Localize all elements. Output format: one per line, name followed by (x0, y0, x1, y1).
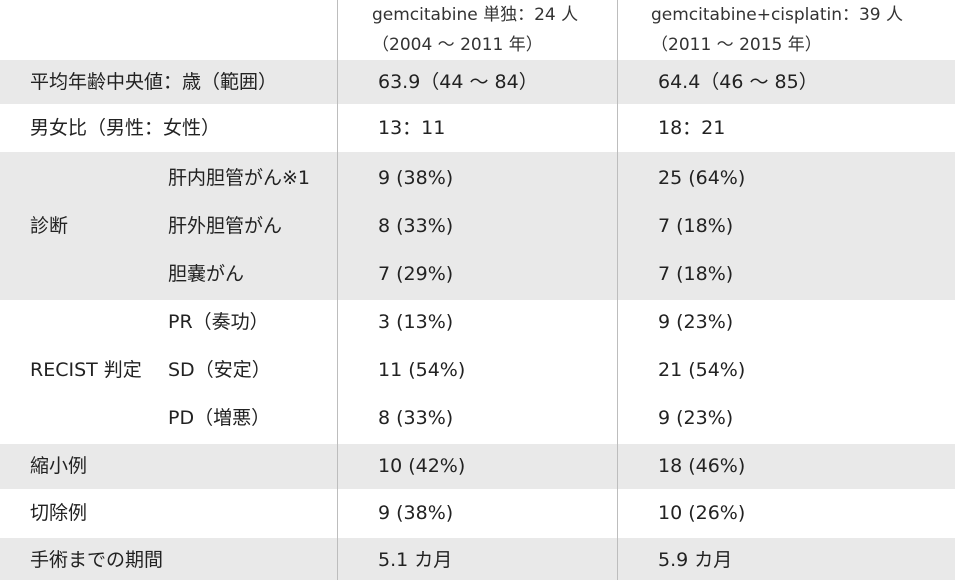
row-label: 男女比（男性：女性） (30, 117, 221, 139)
cell-gemcitabine: 7 (29%) (378, 263, 454, 285)
sub-label: 肝外胆管がん (168, 215, 283, 237)
cell-gemcitabine: 10 (42%) (378, 455, 466, 477)
cell-gemcitabine: 8 (33%) (378, 407, 454, 429)
cell-gemcitabine: 9 (38%) (378, 167, 454, 189)
table-row-shrink: 縮小例 10 (42%) 18 (46%) (0, 444, 955, 489)
cell-gemcitabine: 9 (38%) (378, 502, 454, 524)
sub-label: PD（増悪） (168, 407, 271, 429)
row-label: 縮小例 (30, 455, 88, 477)
cell-gemcis: 7 (18%) (658, 263, 734, 285)
cell-gemcitabine: 8 (33%) (378, 215, 454, 237)
row-label: 平均年齢中央値：歳（範囲） (30, 71, 278, 93)
header-gemcitabine: gemcitabine 単独：24 人 （2004 〜 2011 年） (372, 0, 578, 60)
cell-gemcis: 18 (46%) (658, 455, 746, 477)
table-row-sex: 男女比（男性：女性） 13：11 18：21 (0, 104, 955, 152)
cell-gemcis: 10 (26%) (658, 502, 746, 524)
sub-label: 胆嚢がん (168, 263, 245, 285)
table-header: gemcitabine 単独：24 人 （2004 〜 2011 年） gemc… (0, 0, 955, 60)
cell-gemcis: 21 (54%) (658, 359, 746, 381)
header-gemcitabine-title: gemcitabine 単独：24 人 (372, 5, 579, 25)
group-label: RECIST 判定 (30, 359, 142, 381)
group-label: 診断 (30, 215, 69, 237)
header-gemcis-title: gemcitabine+cisplatin：39 人 (651, 5, 904, 25)
cell-gemcis: 7 (18%) (658, 215, 734, 237)
table-group-recist: RECIST 判定 PR（奏功） 3 (13%) 9 (23%) SD（安定） … (0, 300, 955, 444)
cell-gemcitabine: 13：11 (378, 117, 446, 139)
cell-gemcis: 9 (23%) (658, 407, 734, 429)
cell-gemcis: 5.9 カ月 (658, 549, 733, 571)
sub-label: SD（安定） (168, 359, 271, 381)
header-gemcis-period: （2011 〜 2015 年） (651, 35, 822, 55)
cell-gemcis: 9 (23%) (658, 311, 734, 333)
row-label: 切除例 (30, 502, 88, 524)
cell-gemcis: 18：21 (658, 117, 726, 139)
header-gemcitabine-period: （2004 〜 2011 年） (372, 35, 543, 55)
table-row-age: 平均年齢中央値：歳（範囲） 63.9（44 〜 84） 64.4（46 〜 85… (0, 60, 955, 104)
sub-label: PR（奏功） (168, 311, 269, 333)
header-gemcis: gemcitabine+cisplatin：39 人 （2011 〜 2015 … (651, 0, 903, 60)
cell-gemcis: 25 (64%) (658, 167, 746, 189)
cell-gemcitabine: 5.1 カ月 (378, 549, 453, 571)
cell-gemcitabine: 63.9（44 〜 84） (378, 71, 538, 93)
table-group-diagnosis: 診断 肝内胆管がん※1 9 (38%) 25 (64%) 肝外胆管がん 8 (3… (0, 152, 955, 300)
cell-gemcitabine: 11 (54%) (378, 359, 466, 381)
column-divider (337, 0, 338, 580)
cell-gemcis: 64.4（46 〜 85） (658, 71, 818, 93)
table-row-resection: 切除例 9 (38%) 10 (26%) (0, 489, 955, 538)
column-divider (617, 0, 618, 580)
cell-gemcitabine: 3 (13%) (378, 311, 454, 333)
sub-label: 肝内胆管がん※1 (168, 167, 311, 189)
table-row-period: 手術までの期間 5.1 カ月 5.9 カ月 (0, 538, 955, 580)
row-label: 手術までの期間 (30, 549, 164, 571)
patient-characteristics-table: gemcitabine 単独：24 人 （2004 〜 2011 年） gemc… (0, 0, 955, 580)
